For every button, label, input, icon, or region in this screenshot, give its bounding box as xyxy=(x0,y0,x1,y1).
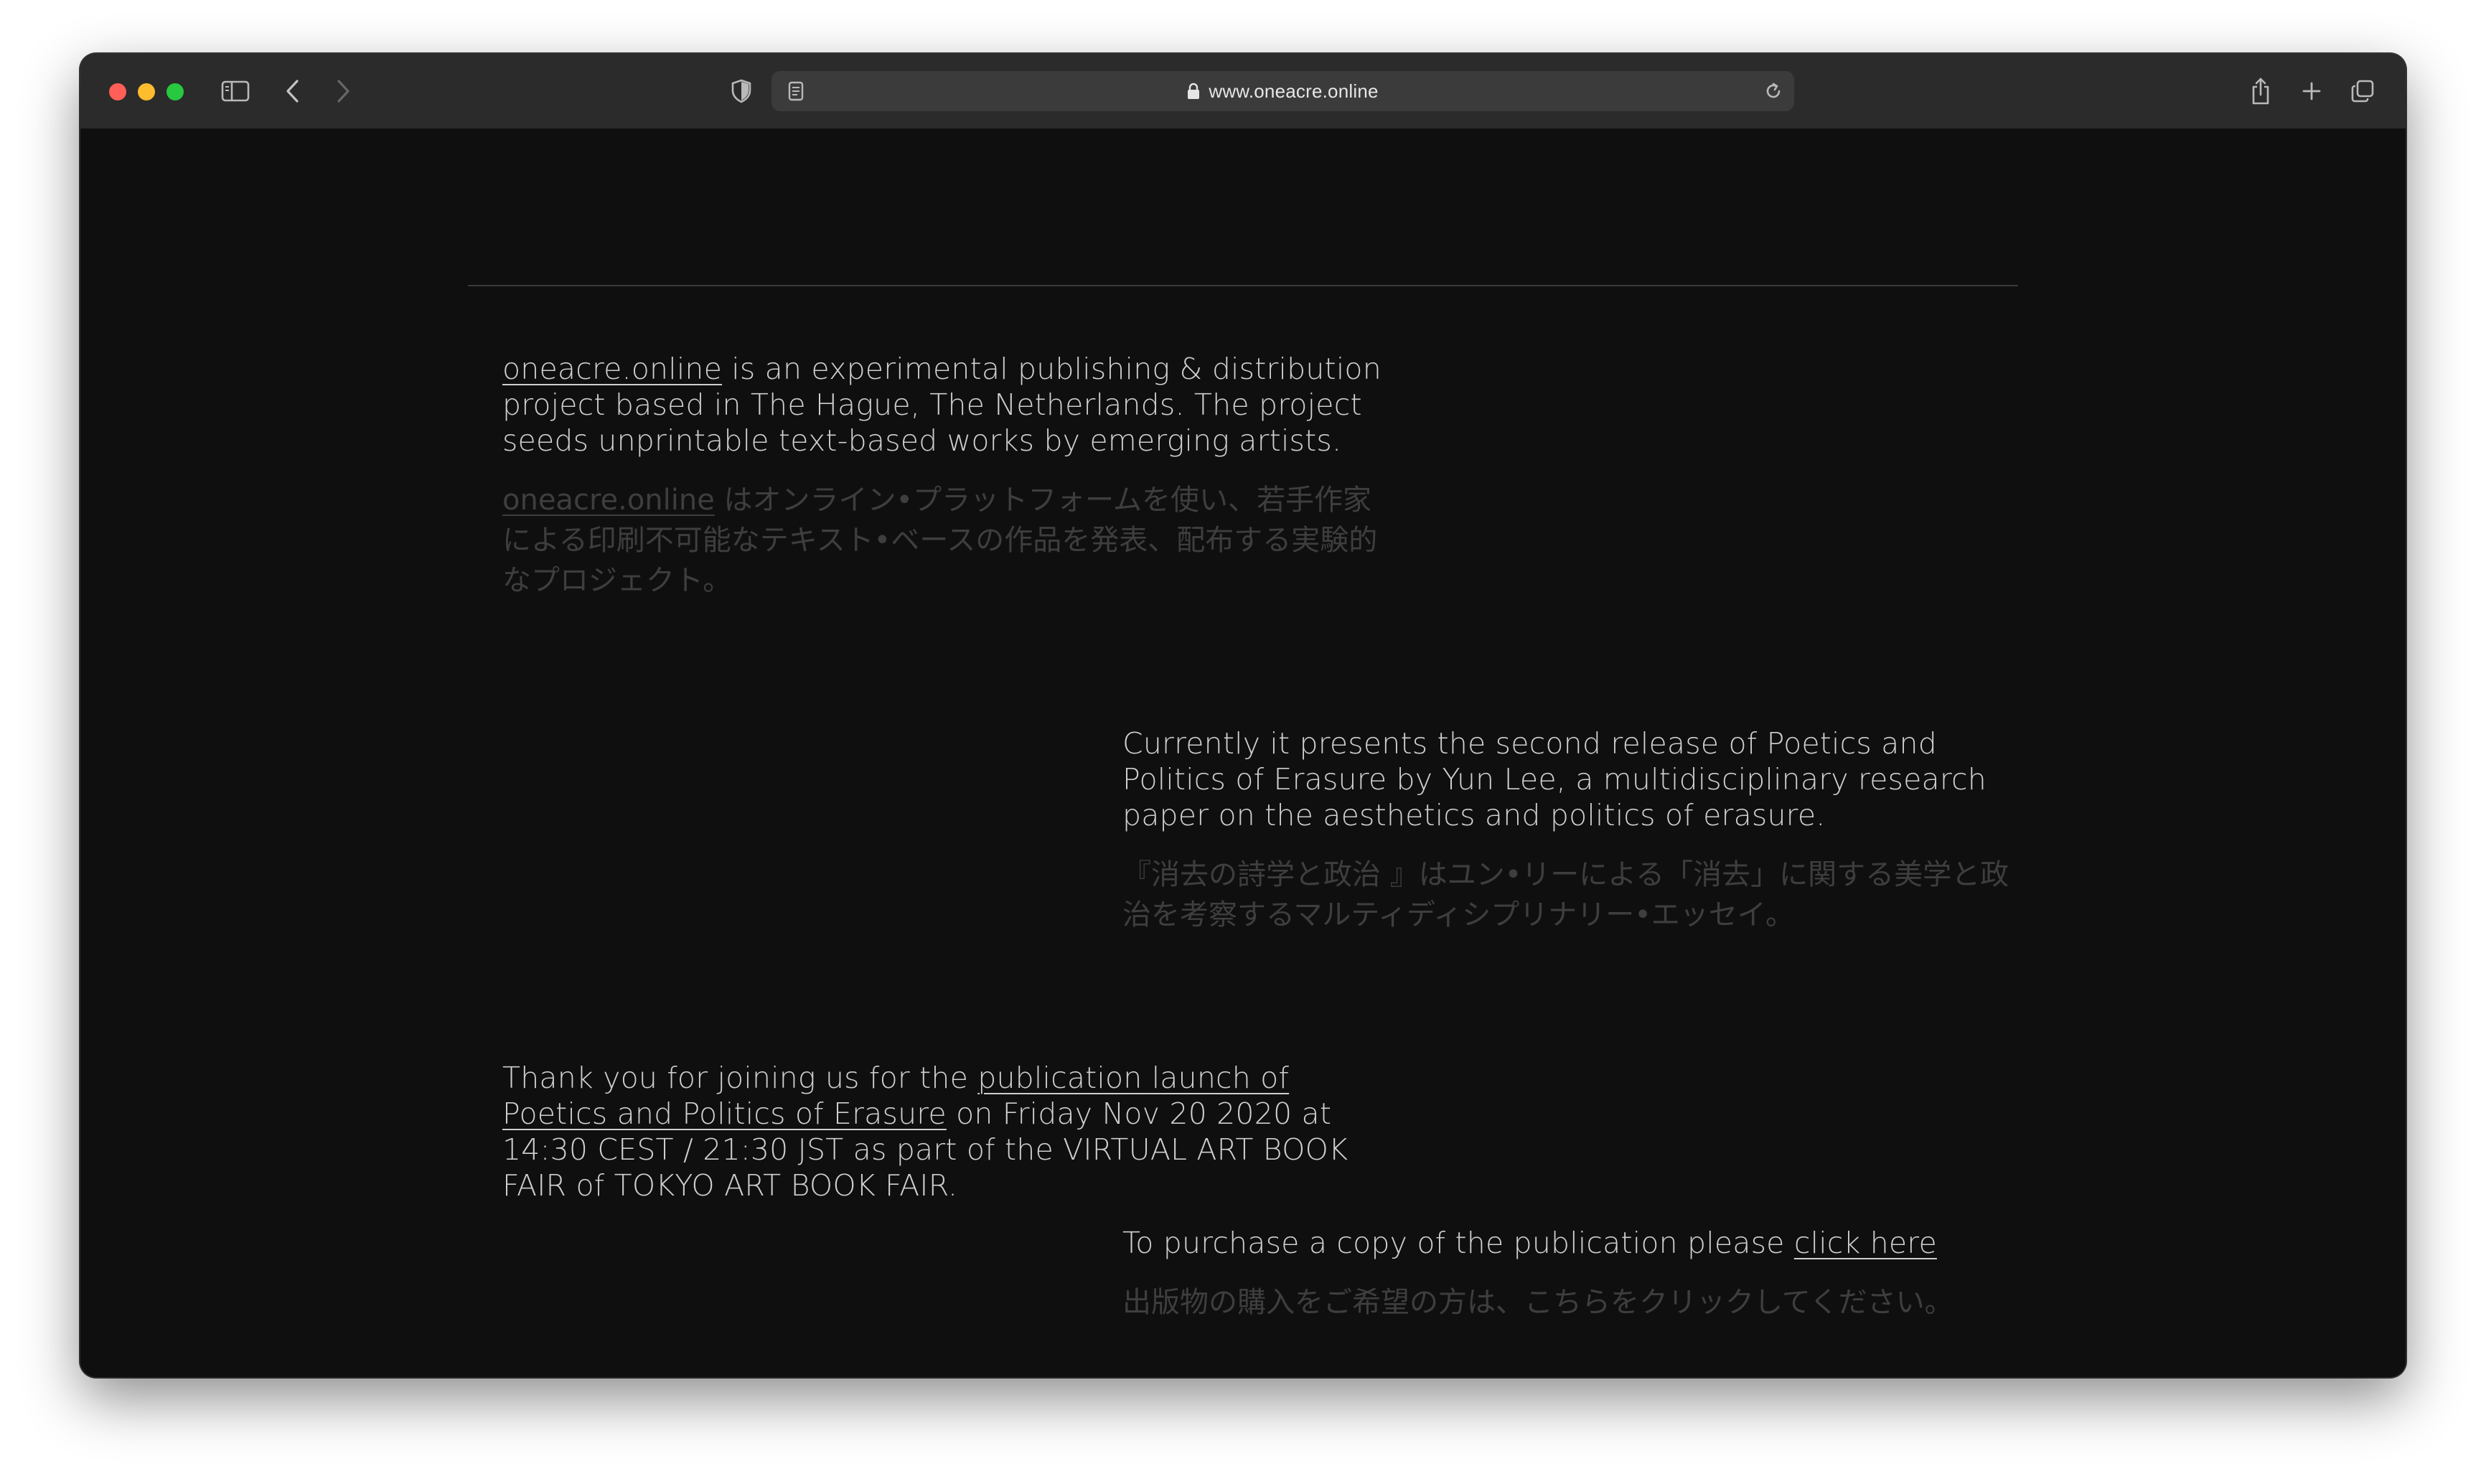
url-text: www.oneacre.online xyxy=(1209,80,1379,102)
privacy-shield-icon[interactable] xyxy=(723,72,760,110)
lock-icon xyxy=(1187,83,1200,100)
share-icon[interactable] xyxy=(2242,72,2279,110)
reload-icon[interactable] xyxy=(1755,72,1792,110)
intro-section: oneacre.online is an experimental publis… xyxy=(502,351,1392,601)
url-display[interactable]: www.oneacre.online xyxy=(771,71,1794,111)
close-window-button[interactable] xyxy=(109,83,126,100)
purchase-text: To purchase a copy of the publication pl… xyxy=(1122,1226,1937,1260)
current-release-text-jp: 『消去の詩学と政治 』はユン•リーによる「消去」に関する美学と政治を考察するマル… xyxy=(1122,858,2009,931)
site-link[interactable]: oneacre.online xyxy=(502,352,722,386)
forward-icon[interactable] xyxy=(324,72,362,110)
launch-text: Thank you for joining us for the publica… xyxy=(502,1061,1348,1203)
browser-window: www.oneacre.online oneacre.online is an … xyxy=(80,54,2406,1377)
tab-overview-icon[interactable] xyxy=(2344,72,2381,110)
browser-toolbar: www.oneacre.online xyxy=(80,54,2406,130)
sidebar-toggle-icon[interactable] xyxy=(217,72,254,110)
address-bar[interactable]: www.oneacre.online xyxy=(771,71,1794,111)
new-tab-icon[interactable] xyxy=(2293,72,2330,110)
purchase-section: To purchase a copy of the publication pl… xyxy=(1122,1225,2012,1323)
back-icon[interactable] xyxy=(274,72,311,110)
divider xyxy=(468,285,2018,286)
page-content: oneacre.online is an experimental publis… xyxy=(80,128,2406,1377)
current-release-text: Currently it presents the second release… xyxy=(1122,726,1987,832)
site-link-jp[interactable]: oneacre.online xyxy=(502,484,715,517)
purchase-text-jp: 出版物の購入をご希望の方は、こちらをクリックしてください。 xyxy=(1122,1286,1953,1319)
intro-text-jp: oneacre.online はオンライン•プラットフォームを使い、若手作家によ… xyxy=(502,484,1378,597)
zoom-window-button[interactable] xyxy=(166,83,184,100)
purchase-link[interactable]: click here xyxy=(1794,1226,1937,1260)
current-release-section: Currently it presents the second release… xyxy=(1122,725,2012,935)
minimize-window-button[interactable] xyxy=(138,83,155,100)
intro-text: oneacre.online is an experimental publis… xyxy=(502,352,1382,458)
launch-section: Thank you for joining us for the publica… xyxy=(502,1060,1392,1203)
